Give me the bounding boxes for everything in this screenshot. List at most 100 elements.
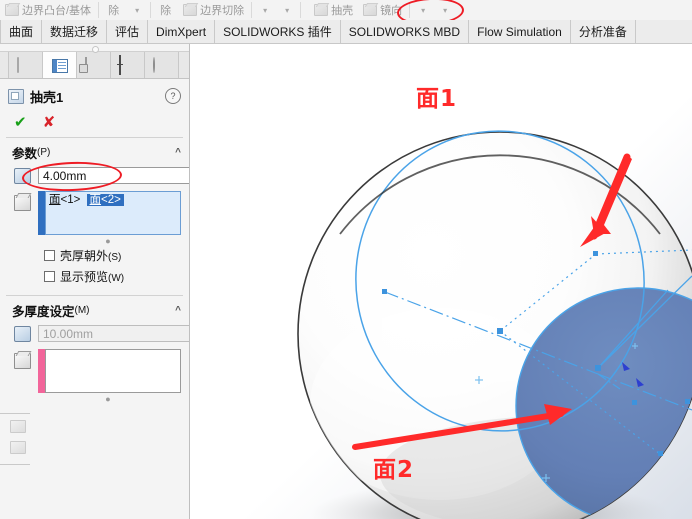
show-preview-checkbox-row[interactable]: 显示预览(W) xyxy=(0,266,189,287)
multi-thickness-input[interactable] xyxy=(38,325,189,342)
tab-flow-simulation[interactable]: Flow Simulation xyxy=(469,20,571,43)
tab-solidworks-addins[interactable]: SOLIDWORKS 插件 xyxy=(215,20,341,43)
configuration-manager-tab[interactable] xyxy=(77,52,111,78)
tab-analysis-preparation[interactable]: 分析准备 xyxy=(570,20,636,43)
tab-solidworks-addins-label: SOLIDWORKS 插件 xyxy=(223,25,332,39)
display-manager-tab[interactable] xyxy=(145,52,179,78)
boundary-cut-label: 边界切除 xyxy=(200,5,245,17)
selection-accent-bar xyxy=(38,191,45,235)
multi-thickness-face-list[interactable] xyxy=(45,349,181,393)
multi-thickness-row: ▲ ▼ xyxy=(0,323,189,344)
solidworks-window: 边界凸台/基体 除 ▾ 除 边界切除 ▾ ▾ 抽壳 镜向 ▾ ▾ 曲面 数据迁移… xyxy=(0,0,692,519)
selection-box-resize-grip[interactable]: ● xyxy=(27,237,189,246)
multi-thickness-resize-grip[interactable]: ● xyxy=(27,395,189,404)
confirm-bar: ✔ ✘ xyxy=(0,109,189,137)
chevron-up-icon[interactable]: ^ xyxy=(175,305,181,316)
thickness-input[interactable] xyxy=(38,167,189,184)
tab-evaluate-label: 评估 xyxy=(115,25,140,39)
model-viewport[interactable]: 面1 面2 xyxy=(190,44,692,519)
boundary-boss-base-command[interactable]: 边界凸台/基体 xyxy=(0,0,96,20)
command-separator xyxy=(251,2,253,18)
thickness-icon xyxy=(12,167,32,184)
mirror-caret-icon[interactable]: ▾ xyxy=(412,6,434,15)
show-preview-checkbox[interactable] xyxy=(44,271,55,282)
tab-evaluate[interactable]: 评估 xyxy=(107,20,149,43)
boundary-boss-icon xyxy=(5,4,19,16)
property-manager-tab[interactable] xyxy=(43,52,77,78)
appearance-pie-icon xyxy=(153,56,170,73)
annotation-face-1: 面1 xyxy=(416,86,458,112)
multi-thickness-stepper[interactable]: ▲ ▼ xyxy=(38,325,189,342)
dimxpert-manager-tab[interactable] xyxy=(111,52,145,78)
cut-command-2[interactable]: 除 xyxy=(153,0,178,20)
multi-thickness-face-box[interactable] xyxy=(38,349,181,393)
tab-data-migration-label: 数据迁移 xyxy=(50,25,99,39)
shell-command[interactable]: 抽壳 xyxy=(309,0,358,20)
mirror-command-label: 镜向 xyxy=(380,5,403,17)
multi-thickness-face-row xyxy=(0,344,189,395)
parameters-section-title: 参数 xyxy=(12,147,38,161)
command-separator xyxy=(300,2,302,18)
ok-button[interactable]: ✔ xyxy=(14,115,27,130)
tab-surfaces[interactable]: 曲面 xyxy=(0,20,43,43)
list-item[interactable]: 面<2> xyxy=(86,194,124,206)
boundary-cut-icon xyxy=(183,4,198,16)
panel-footer-icon-1[interactable] xyxy=(10,420,26,433)
cut-dropdown-1-caret-icon[interactable]: ▾ xyxy=(126,6,148,15)
boundary-cut-caret-icon[interactable]: ▾ xyxy=(254,6,276,15)
more-caret-icon[interactable]: ▾ xyxy=(434,6,456,15)
page-title: 抽壳1 xyxy=(30,89,64,105)
ribbon-tab-bar: 曲面 数据迁移 评估 DimXpert SOLIDWORKS 插件 SOLIDW… xyxy=(0,20,692,44)
multi-thickness-section-header[interactable]: 多厚度设定 (M) ^ xyxy=(0,296,189,323)
property-manager-tab-bar xyxy=(0,51,189,79)
help-button[interactable]: ? xyxy=(165,88,181,104)
panel-grip-handle[interactable] xyxy=(0,44,189,53)
feature-manager-tab[interactable] xyxy=(8,52,43,78)
shell-outward-checkbox[interactable] xyxy=(44,250,55,261)
shell-icon xyxy=(314,4,329,16)
panel-footer-icon-2[interactable] xyxy=(10,441,26,454)
parameters-section-header[interactable]: 参数 (P) ^ xyxy=(0,138,189,165)
property-list-icon xyxy=(51,58,68,73)
shell-outward-label: 壳厚朝外(S) xyxy=(60,247,121,264)
target-icon xyxy=(119,56,136,73)
cut-command-1[interactable]: 除 xyxy=(101,0,126,20)
shell-outward-suffix: (S) xyxy=(108,252,122,263)
face-selection-row: 面<1> 面<2> xyxy=(0,186,189,237)
tab-dimxpert[interactable]: DimXpert xyxy=(148,20,216,43)
boundary-cut-command[interactable]: 边界切除 xyxy=(178,0,249,20)
tab-data-migration[interactable]: 数据迁移 xyxy=(42,20,108,43)
configuration-icon xyxy=(85,56,102,73)
multi-thickness-section-suffix: (M) xyxy=(74,305,90,316)
face-2-index: <2> xyxy=(101,194,121,206)
thickness-row: ▲ ▼ xyxy=(0,165,189,186)
tab-analysis-preparation-label: 分析准备 xyxy=(578,25,627,39)
annotation-face-2: 面2 xyxy=(373,457,415,483)
face-1-label: 面 xyxy=(49,194,61,206)
cut-command-2-label: 除 xyxy=(160,5,172,17)
boundary-boss-base-label: 边界凸台/基体 xyxy=(22,5,92,17)
shell-outward-checkbox-row[interactable]: 壳厚朝外(S) xyxy=(0,245,189,266)
shell-outward-text: 壳厚朝外 xyxy=(60,249,109,263)
extra-caret-icon[interactable]: ▾ xyxy=(276,6,298,15)
chevron-up-icon[interactable]: ^ xyxy=(175,147,181,158)
face-2-label: 面 xyxy=(89,194,102,206)
part-tree-icon xyxy=(17,56,34,73)
graphics-area[interactable]: ► 零件1 (默认<<默认>_... xyxy=(190,44,692,519)
multi-thickness-section-title: 多厚度设定 xyxy=(12,305,75,319)
cancel-button[interactable]: ✘ xyxy=(43,115,56,130)
shell-feature-icon xyxy=(8,88,24,104)
list-item[interactable]: 面<1> xyxy=(46,194,87,206)
face-select-icon xyxy=(12,191,32,211)
shell-command-label: 抽壳 xyxy=(331,5,354,17)
tab-solidworks-mbd[interactable]: SOLIDWORKS MBD xyxy=(340,20,470,43)
tab-solidworks-mbd-label: SOLIDWORKS MBD xyxy=(348,24,461,39)
cut-command-1-label: 除 xyxy=(108,5,120,17)
mirror-command[interactable]: 镜向 xyxy=(358,0,407,20)
face-selection-list[interactable]: 面<1> 面<2> xyxy=(45,191,181,235)
show-preview-text: 显示预览 xyxy=(60,270,109,284)
multi-thickness-accent-bar xyxy=(38,349,45,393)
command-separator xyxy=(150,2,152,18)
face-selection-box[interactable]: 面<1> 面<2> xyxy=(38,191,181,235)
thickness-stepper[interactable]: ▲ ▼ xyxy=(38,167,189,184)
